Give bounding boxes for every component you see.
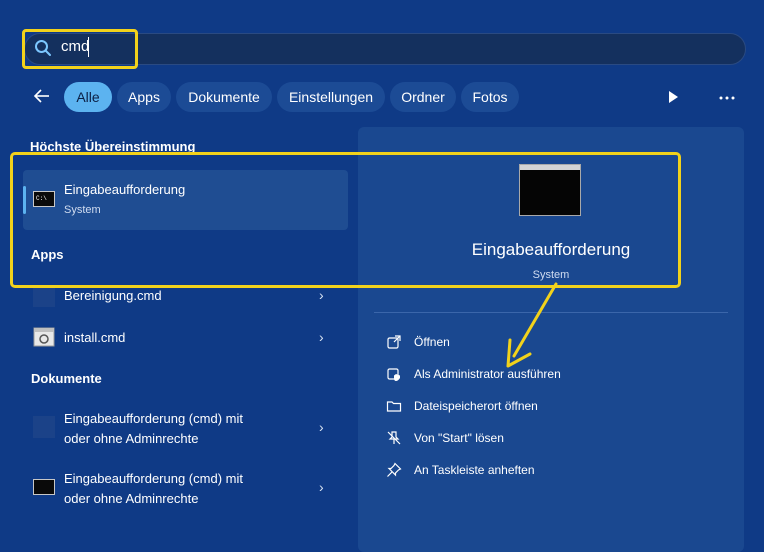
chevron-right-icon: › — [319, 329, 324, 345]
tab-documents[interactable]: Dokumente — [176, 82, 272, 112]
app-title: Bereinigung.cmd — [64, 288, 162, 303]
document-title-line2: oder ohne Adminrechte — [64, 431, 199, 446]
tab-folders[interactable]: Ordner — [390, 82, 456, 112]
annotation-highlight-best-match — [10, 152, 681, 288]
action-label: Dateispeicherort öffnen — [414, 399, 538, 413]
tab-settings[interactable]: Einstellungen — [277, 82, 385, 112]
document-title-line1: Eingabeaufforderung (cmd) mit — [64, 411, 243, 426]
app-title: install.cmd — [64, 330, 126, 345]
chevron-right-icon: › — [319, 287, 324, 303]
document-icon — [33, 416, 55, 438]
annotation-highlight-search — [22, 29, 138, 69]
chevron-right-icon: › — [319, 419, 324, 435]
pin-icon — [387, 462, 402, 477]
annotation-arrow-icon — [506, 282, 558, 368]
admin-shield-icon — [387, 368, 400, 381]
open-external-icon — [387, 335, 401, 349]
document-title-line1: Eingabeaufforderung (cmd) mit — [64, 471, 243, 486]
action-label: An Taskleiste anheften — [414, 463, 535, 477]
back-arrow-icon[interactable] — [32, 86, 52, 106]
tab-apps[interactable]: Apps — [117, 82, 171, 112]
more-options-icon[interactable] — [718, 95, 736, 101]
list-item-document[interactable]: Eingabeaufforderung (cmd) mit oder ohne … — [23, 403, 348, 455]
folder-icon — [386, 401, 402, 412]
tab-photos[interactable]: Fotos — [461, 82, 519, 112]
document-title-line2: oder ohne Adminrechte — [64, 491, 199, 506]
documents-heading: Dokumente — [31, 371, 102, 386]
chevron-right-icon: › — [319, 479, 324, 495]
tab-all[interactable]: Alle — [64, 82, 112, 112]
terminal-thumbnail-icon — [33, 479, 55, 495]
action-pin-taskbar[interactable]: An Taskleiste anheften — [386, 462, 535, 478]
cmd-file-icon — [33, 285, 55, 307]
action-open[interactable]: Öffnen — [386, 334, 450, 350]
list-item-document[interactable]: Eingabeaufforderung (cmd) mit oder ohne … — [23, 463, 348, 515]
list-item-app[interactable]: install.cmd › — [23, 321, 348, 353]
action-unpin-start[interactable]: Von "Start" lösen — [386, 430, 504, 446]
action-label: Öffnen — [414, 335, 450, 349]
play-icon[interactable] — [666, 90, 680, 104]
unpin-icon — [387, 431, 401, 445]
action-open-file-location[interactable]: Dateispeicherort öffnen — [386, 398, 538, 414]
action-label: Von "Start" lösen — [414, 431, 504, 445]
script-file-icon — [33, 327, 55, 347]
